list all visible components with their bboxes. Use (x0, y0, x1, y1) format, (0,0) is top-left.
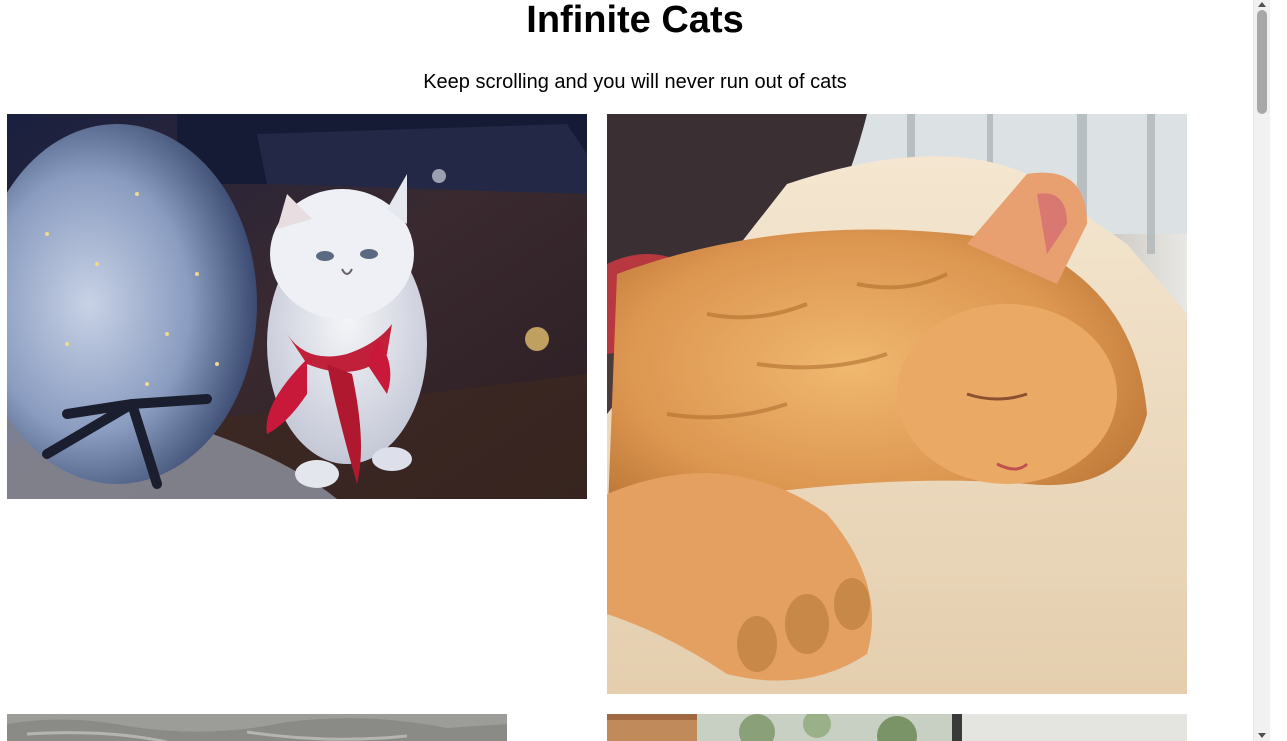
scroll-down-arrow-icon[interactable] (1258, 733, 1266, 738)
cat-image-white-persian (7, 114, 587, 499)
cat-image-grey-fabric (7, 714, 507, 741)
page: Infinite Cats Keep scrolling and you wil… (0, 0, 1270, 741)
scroll-up-arrow-icon[interactable] (1258, 2, 1266, 7)
cat-image-window-trees (607, 714, 1187, 741)
page-title: Infinite Cats (526, 0, 744, 41)
cat-image-orange-tabby (607, 114, 1187, 694)
vertical-scrollbar[interactable] (1253, 0, 1270, 741)
page-subtitle: Keep scrolling and you will never run ou… (423, 71, 847, 93)
scrollbar-thumb[interactable] (1257, 10, 1267, 114)
